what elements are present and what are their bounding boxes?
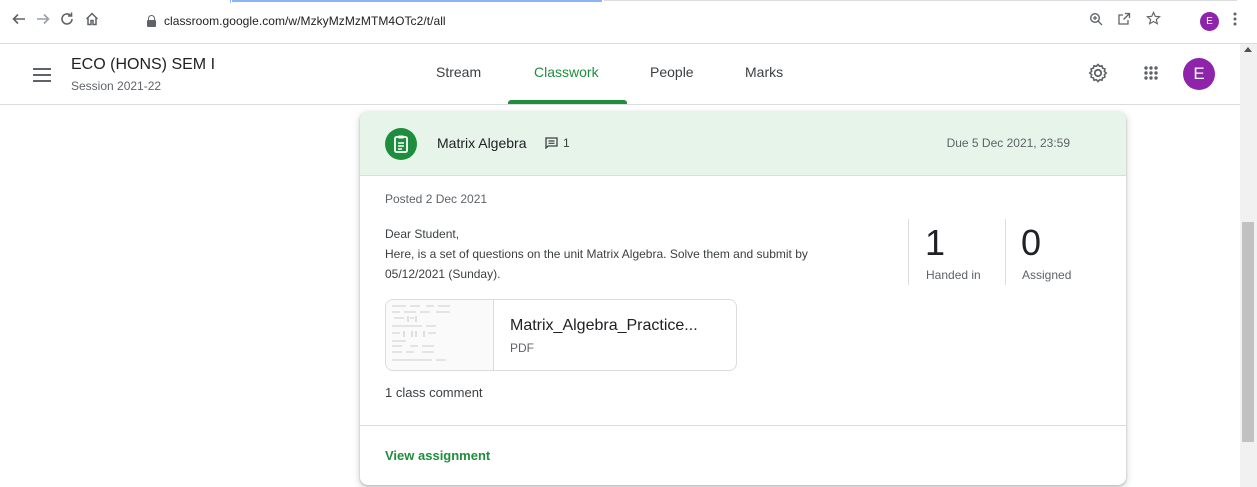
tab-edge bbox=[230, 0, 231, 3]
tab-people[interactable]: People bbox=[650, 64, 694, 80]
class-comment-link[interactable]: 1 class comment bbox=[385, 385, 483, 400]
assignment-card-header[interactable]: Matrix Algebra 1 Due 5 Dec 2021, 23:59 bbox=[360, 112, 1126, 176]
stat-divider bbox=[1005, 219, 1006, 285]
lock-icon bbox=[147, 15, 156, 27]
gear-icon[interactable] bbox=[1086, 61, 1110, 85]
hamburger-menu-icon[interactable] bbox=[33, 68, 51, 82]
class-title[interactable]: ECO (HONS) SEM I bbox=[71, 56, 215, 74]
handed-in-count[interactable]: 1 bbox=[925, 222, 945, 264]
instructions-line: 05/12/2021 (Sunday). bbox=[385, 267, 501, 281]
url-text: classroom.google.com/w/MzkyMzMzMTM4OTc2/… bbox=[164, 14, 446, 28]
scroll-up-arrow-icon[interactable] bbox=[1244, 47, 1252, 52]
assignment-instructions: Dear Student, Here, is a set of question… bbox=[385, 224, 875, 284]
pdf-thumbnail bbox=[386, 300, 494, 370]
comment-count: 1 bbox=[563, 136, 570, 150]
star-icon[interactable] bbox=[1146, 11, 1161, 31]
forward-arrow-icon[interactable] bbox=[33, 11, 53, 31]
attachment-type: PDF bbox=[510, 341, 534, 355]
attachment-name: Matrix_Algebra_Practice... bbox=[510, 317, 698, 334]
comment-icon bbox=[545, 136, 558, 150]
instructions-line: Here, is a set of questions on the unit … bbox=[385, 247, 808, 261]
kebab-menu-icon[interactable] bbox=[1233, 11, 1237, 31]
scroll-thumb[interactable] bbox=[1242, 222, 1254, 442]
share-icon[interactable] bbox=[1117, 11, 1131, 31]
back-arrow-icon[interactable] bbox=[9, 11, 29, 31]
view-assignment-link[interactable]: View assignment bbox=[385, 448, 490, 463]
tab-marks[interactable]: Marks bbox=[745, 64, 783, 80]
tab-stream[interactable]: Stream bbox=[436, 64, 481, 80]
page-scrollbar[interactable] bbox=[1240, 44, 1257, 487]
apps-grid-icon[interactable] bbox=[1139, 61, 1163, 85]
attachment-card[interactable]: Matrix_Algebra_Practice... PDF bbox=[385, 299, 737, 371]
handed-in-label: Handed in bbox=[926, 268, 981, 282]
class-subtitle: Session 2021-22 bbox=[71, 79, 162, 93]
stat-divider bbox=[908, 219, 909, 285]
tab-strip-edge bbox=[604, 0, 1237, 1]
assignment-icon bbox=[385, 128, 417, 160]
assigned-count[interactable]: 0 bbox=[1021, 222, 1041, 264]
browser-profile-avatar[interactable]: E bbox=[1200, 12, 1219, 31]
assignment-card: Matrix Algebra 1 Due 5 Dec 2021, 23:59 P… bbox=[360, 112, 1126, 485]
account-avatar[interactable]: E bbox=[1183, 58, 1215, 90]
zoom-icon[interactable] bbox=[1089, 11, 1103, 31]
posted-date: Posted 2 Dec 2021 bbox=[385, 192, 488, 206]
assigned-label: Assigned bbox=[1022, 268, 1072, 282]
card-footer: View assignment bbox=[360, 425, 1126, 485]
assignment-title[interactable]: Matrix Algebra bbox=[437, 135, 526, 151]
home-icon[interactable] bbox=[82, 11, 102, 31]
browser-toolbar: classroom.google.com/w/MzkyMzMzMTM4OTc2/… bbox=[0, 0, 1257, 44]
tab-classwork[interactable]: Classwork bbox=[534, 64, 599, 80]
instructions-line: Dear Student, bbox=[385, 227, 460, 241]
active-tab-underline bbox=[508, 100, 627, 104]
address-bar[interactable]: classroom.google.com/w/MzkyMzMzMTM4OTc2/… bbox=[137, 11, 1237, 33]
reload-icon[interactable] bbox=[57, 11, 77, 31]
due-date: Due 5 Dec 2021, 23:59 bbox=[946, 136, 1070, 150]
active-tab-indicator bbox=[232, 0, 602, 2]
classroom-header: ECO (HONS) SEM I Session 2021-22 Stream … bbox=[0, 44, 1240, 105]
